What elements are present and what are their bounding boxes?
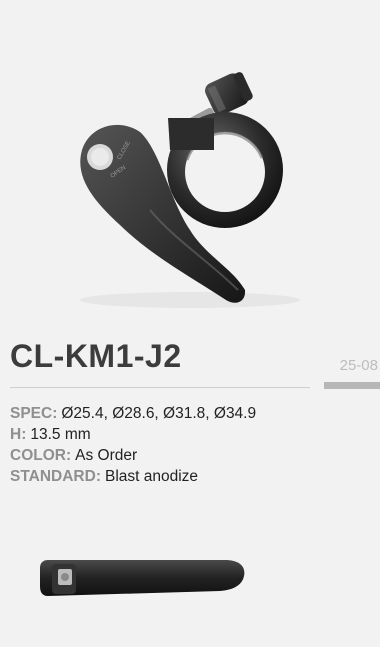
spec-row-standard: STANDARD: Blast anodize bbox=[10, 466, 370, 487]
height-label: H: bbox=[10, 426, 27, 443]
standard-label: STANDARD: bbox=[10, 468, 101, 485]
spec-value: Ø25.4, Ø28.6, Ø31.8, Ø34.9 bbox=[61, 405, 257, 422]
standard-value: Blast anodize bbox=[104, 468, 199, 485]
spec-row-spec: SPEC: Ø25.4, Ø28.6, Ø31.8, Ø34.9 bbox=[10, 403, 370, 424]
color-value: As Order bbox=[75, 447, 138, 464]
product-card: OPEN CLOSE CL-KM1-J2 25-08 SPEC: Ø25.4, Ø… bbox=[0, 0, 380, 647]
color-label: COLOR: bbox=[10, 447, 72, 464]
spec-row-color: COLOR: As Order bbox=[10, 445, 370, 466]
product-image-lever bbox=[0, 540, 380, 620]
spec-row-height: H: 13.5 mm bbox=[10, 424, 370, 445]
spec-list: SPEC: Ø25.4, Ø28.6, Ø31.8, Ø34.9 H: 13.5 m… bbox=[10, 403, 370, 487]
product-image-clamp: OPEN CLOSE bbox=[0, 0, 380, 330]
product-model: CL-KM1-J2 bbox=[10, 338, 182, 374]
title-divider bbox=[10, 387, 310, 388]
height-value: 13.5 mm bbox=[30, 426, 91, 443]
code-accent-bar bbox=[324, 382, 380, 389]
product-code: 25-08 bbox=[339, 357, 378, 374]
spec-label: SPEC: bbox=[10, 405, 58, 422]
